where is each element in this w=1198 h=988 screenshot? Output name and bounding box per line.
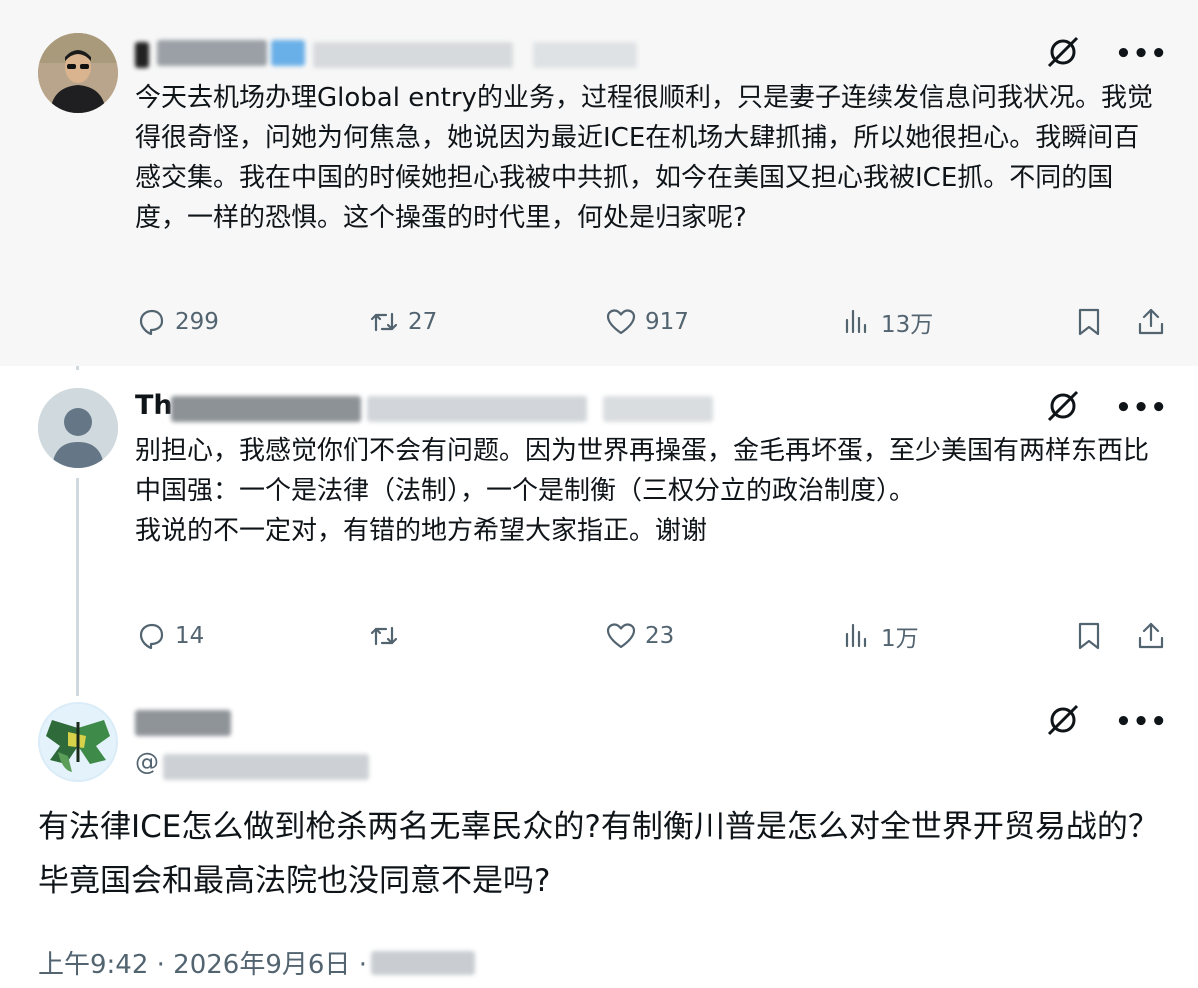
like-button[interactable]: 23 xyxy=(605,616,674,656)
like-count: 917 xyxy=(645,309,689,335)
tweet-article[interactable]: ••• 今天去机场办理Global entry的业务，过程很顺利，只是妻子连续发… xyxy=(0,0,1198,366)
repost-button[interactable] xyxy=(368,616,408,656)
more-icon[interactable]: ••• xyxy=(1115,393,1168,423)
tweet-article[interactable]: Th ••• 别担心，我感觉你们不会有问题。因为世界再操蛋，金毛再坏蛋，至少美国… xyxy=(0,366,1198,686)
heart-icon xyxy=(606,623,636,649)
views-button[interactable]: 1万 xyxy=(841,616,919,656)
reply-button[interactable]: 14 xyxy=(135,616,204,656)
more-icon[interactable]: ••• xyxy=(1115,707,1168,737)
views-icon xyxy=(845,623,867,648)
tweet-header-actions: ••• xyxy=(1045,388,1168,428)
author-row[interactable] xyxy=(135,702,395,742)
grok-icon[interactable] xyxy=(1045,34,1081,74)
reply-count: 14 xyxy=(175,623,205,649)
bookmark-button[interactable] xyxy=(1073,302,1105,342)
bookmark-icon xyxy=(1078,622,1100,650)
views-count: 1万 xyxy=(881,626,919,652)
avatar[interactable] xyxy=(38,702,118,782)
repost-icon xyxy=(370,626,398,646)
author-row[interactable]: Th xyxy=(135,388,735,428)
tweet-actions: 14 23 1万 xyxy=(135,616,1175,656)
avatar[interactable] xyxy=(38,33,118,113)
share-icon xyxy=(1138,622,1164,649)
share-button[interactable] xyxy=(1135,302,1167,342)
avatar[interactable] xyxy=(38,388,118,468)
repost-button[interactable]: 27 xyxy=(368,302,437,342)
reply-count: 299 xyxy=(175,309,219,335)
like-button[interactable]: 917 xyxy=(605,302,689,342)
repost-count: 27 xyxy=(408,309,438,335)
tweet-header-actions: ••• xyxy=(1045,702,1168,742)
focused-tweet[interactable]: @ ••• 有法律ICE怎么做到枪杀两名无辜民众的?有制衡川普是怎么对全世界开贸… xyxy=(0,686,1198,988)
tweet-text: 别担心，我感觉你们不会有问题。因为世界再操蛋，金毛再坏蛋，至少美国有两样东西比中… xyxy=(135,436,1150,546)
repost-icon xyxy=(370,312,398,332)
tweet-actions: 299 27 917 13万 xyxy=(135,302,1175,342)
share-button[interactable] xyxy=(1135,616,1167,656)
timestamp-text: 上午9:42 · 2026年9月6日 · xyxy=(38,950,367,980)
tweet-timestamp[interactable]: 上午9:42 · 2026年9月6日 · xyxy=(38,944,475,981)
like-count: 23 xyxy=(645,623,675,649)
author-name: Th xyxy=(135,390,173,421)
bookmark-button[interactable] xyxy=(1073,616,1105,656)
author-handle-row[interactable]: @ xyxy=(135,746,415,786)
author-handle: @ xyxy=(135,748,159,776)
bookmark-icon xyxy=(1078,308,1100,336)
views-button[interactable]: 13万 xyxy=(841,302,933,342)
tweet-text: 有法律ICE怎么做到枪杀两名无辜民众的?有制衡川普是怎么对全世界开贸易战的？毕竟… xyxy=(38,809,1159,899)
grok-icon[interactable] xyxy=(1045,388,1081,428)
more-icon[interactable]: ••• xyxy=(1115,39,1168,69)
heart-icon xyxy=(606,309,636,335)
views-icon xyxy=(845,309,867,334)
reply-button[interactable]: 299 xyxy=(135,302,219,342)
tweet-header-actions: ••• xyxy=(1045,34,1168,74)
grok-icon[interactable] xyxy=(1045,702,1081,742)
share-icon xyxy=(1138,308,1164,335)
tweet-text: 今天去机场办理Global entry的业务，过程很顺利，只是妻子连续发信息问我… xyxy=(135,83,1153,233)
reply-icon xyxy=(139,623,164,650)
reply-icon xyxy=(139,309,164,336)
client-source xyxy=(370,950,475,975)
author-row[interactable] xyxy=(135,34,655,74)
views-count: 13万 xyxy=(881,312,934,338)
